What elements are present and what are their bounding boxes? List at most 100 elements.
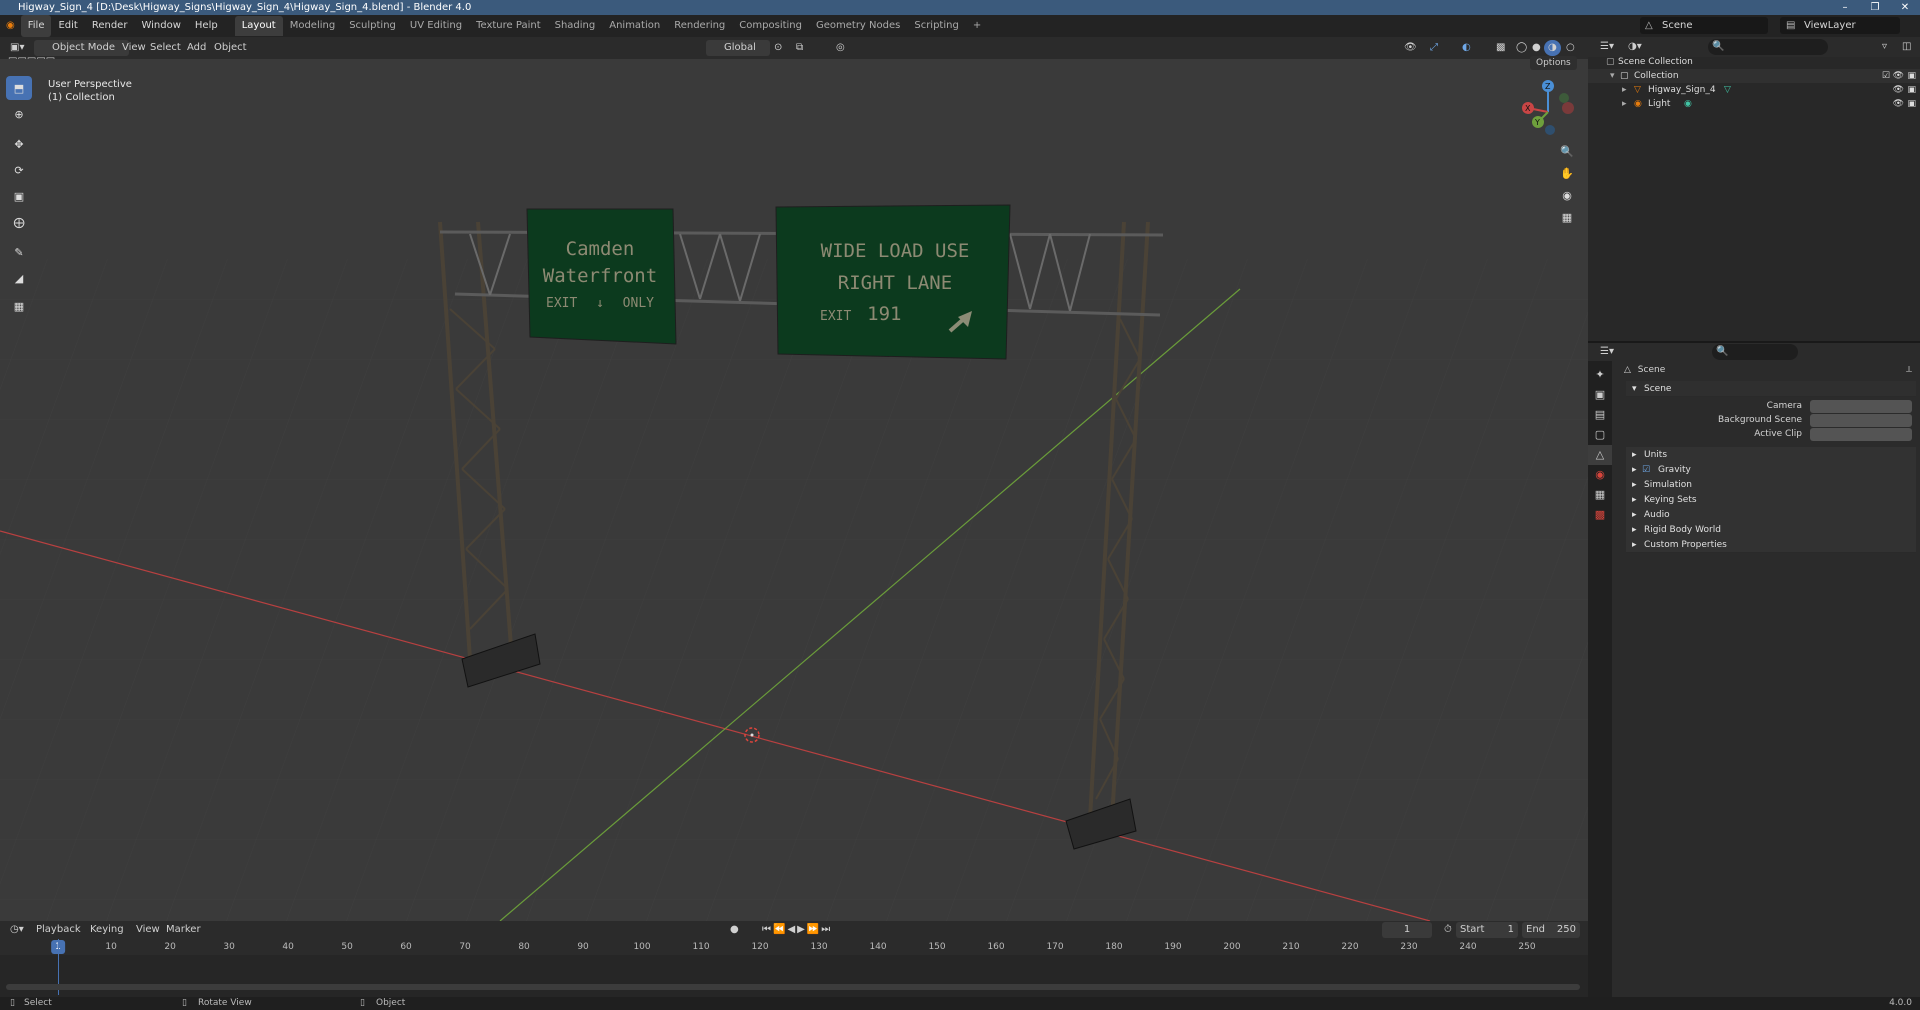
stopwatch-icon[interactable]: ⏱ [1440,922,1456,938]
playback-controls[interactable]: ⏮⏪◀▶⏩⏭ [758,922,836,938]
tab-scripting[interactable]: Scripting [907,16,965,36]
tab-sculpting[interactable]: Sculpting [342,16,403,36]
view-layer-tab-icon[interactable]: ▢ [1588,425,1612,445]
timeline-ruler[interactable]: 1102030405060708090100110120130140150160… [0,939,1588,955]
tab-geometry-nodes[interactable]: Geometry Nodes [809,16,907,36]
pin-icon[interactable]: ⟂ [1906,363,1912,377]
current-frame-field[interactable]: 1 [1382,922,1432,938]
gravity-checkbox[interactable]: ☑ [1642,462,1650,478]
panel-audio[interactable]: ▸ Audio [1626,507,1916,523]
menu-help[interactable]: Help [188,15,225,37]
start-frame-field[interactable]: Start 1 [1456,922,1518,938]
select-box-icon[interactable]: ⬒ [6,76,32,100]
tab-rendering[interactable]: Rendering [667,16,732,36]
menu-object[interactable]: Object [210,40,251,56]
panel-rigid-body-world[interactable]: ▸ Rigid Body World [1626,522,1916,538]
editor-type-icon[interactable]: ▣▾ [6,40,28,56]
camera-icon[interactable]: ▣ [1907,69,1916,83]
panel-keying-sets[interactable]: ▸ Keying Sets [1626,492,1916,508]
menu-select[interactable]: Select [146,40,185,56]
expand-arrow-icon[interactable]: ▾ [1610,69,1615,83]
expand-arrow-icon[interactable]: ▸ [1622,83,1627,97]
active-clip-field[interactable] [1810,428,1912,441]
blender-logo-icon[interactable]: ◉ [0,15,21,37]
orientation-selector[interactable]: Global [706,40,770,56]
menu-view[interactable]: View [118,40,150,56]
overlay-toggle-icon[interactable]: ◐ [1458,40,1475,56]
timeline-editor-type-icon[interactable]: ◷▾ [6,922,28,938]
scene-tab-icon[interactable]: △ [1588,445,1612,465]
outliner-object-sign[interactable]: ▸ ▽ Higway_Sign_4 ▽ 👁 ▣ [1588,83,1920,97]
menu-edit[interactable]: Edit [51,15,84,37]
menu-window[interactable]: Window [134,15,187,37]
new-collection-icon[interactable]: ◫ [1898,39,1915,55]
camera-field[interactable] [1810,400,1912,413]
menu-render[interactable]: Render [85,15,135,37]
camera-icon[interactable]: ▣ [1907,83,1916,97]
scene-selector[interactable]: △ Scene [1640,17,1768,34]
rendered-shading-icon[interactable]: ○ [1562,40,1579,56]
panel-simulation[interactable]: ▸ Simulation [1626,477,1916,493]
display-mode-icon[interactable]: ◑▾ [1624,39,1646,55]
camera-view-icon[interactable]: ◉ [1556,184,1578,206]
panel-units[interactable]: ▸ Units [1626,447,1916,463]
outliner-object-light[interactable]: ▸ ◉ Light ◉ 👁 ▣ [1588,97,1920,111]
xray-icon[interactable]: ▩ [1492,40,1509,56]
timeline-scrollbar[interactable] [6,984,1580,990]
tab-modeling[interactable]: Modeling [283,16,343,36]
tab-shading[interactable]: Shading [548,16,603,36]
gizmo-toggle-icon[interactable]: ⤢ [1426,40,1442,56]
restore-button[interactable]: ❐ [1860,0,1890,15]
3d-viewport[interactable]: Camden Waterfront EXIT ↓ ONLY WIDE LOAD … [0,59,1588,921]
zoom-icon[interactable]: 🔍 [1556,140,1578,162]
eye-icon[interactable]: 👁 [1893,69,1904,83]
world-tab-icon[interactable]: ◉ [1588,465,1612,485]
measure-icon[interactable]: ◢ [6,266,32,290]
tab-texture-paint[interactable]: Texture Paint [469,16,548,36]
view-layer-selector[interactable]: ▤ ViewLayer [1780,17,1900,34]
output-tab-icon[interactable]: ▤ [1588,405,1612,425]
checkbox-icon[interactable]: ☑ [1882,69,1890,83]
collection-tab-icon[interactable]: ▦ [1588,485,1612,505]
panel-custom-properties[interactable]: ▸ Custom Properties [1626,537,1916,553]
proportional-edit-icon[interactable]: ◎ [832,40,849,56]
annotate-icon[interactable]: ✎ [6,240,32,264]
options-button[interactable]: Options [1530,56,1577,70]
end-frame-field[interactable]: End 250 [1522,922,1580,938]
render-tab-icon[interactable]: ▣ [1588,385,1612,405]
material-shading-icon[interactable]: ◑ [1544,40,1561,56]
tab-layout[interactable]: Layout [234,16,283,36]
outliner-editor-type-icon[interactable]: ☰▾ [1596,39,1618,55]
visibility-icon[interactable]: 👁 [1400,40,1421,56]
menu-marker[interactable]: Marker [162,922,205,938]
mode-selector[interactable]: Object Mode [34,40,129,56]
tool-tab-icon[interactable]: ✦ [1588,365,1612,385]
outliner-search-input[interactable]: 🔍 [1708,39,1828,55]
eye-icon[interactable]: 👁 [1893,97,1904,111]
eye-icon[interactable]: 👁 [1893,83,1904,97]
pan-hand-icon[interactable]: ✋ [1556,162,1578,184]
background-scene-field[interactable] [1810,414,1912,427]
menu-file[interactable]: File [20,15,52,37]
navigation-gizmo[interactable]: Z X Y [1520,78,1580,138]
rotate-icon[interactable]: ⟳ [6,158,32,182]
tab-compositing[interactable]: Compositing [732,16,809,36]
tab-uv-editing[interactable]: UV Editing [403,16,469,36]
pivot-icon[interactable]: ⊙ [770,40,786,56]
outliner-collection[interactable]: ▾ ▢ Collection ☑ 👁 ▣ [1588,69,1920,83]
transform-icon[interactable]: ⨁ [6,210,32,234]
minimize-button[interactable]: – [1830,0,1860,15]
properties-editor-type-icon[interactable]: ☰▾ [1596,344,1618,360]
record-icon[interactable]: ● [726,922,743,938]
properties-search-input[interactable]: 🔍 [1712,344,1798,360]
camera-icon[interactable]: ▣ [1907,97,1916,111]
scale-icon[interactable]: ▣ [6,184,32,208]
outliner-scene-collection[interactable]: ▢ Scene Collection [1588,55,1920,69]
cursor-icon[interactable]: ⊕ [6,102,32,126]
menu-add[interactable]: Add [183,40,210,56]
snap-icon[interactable]: ⧉ [792,40,807,56]
expand-arrow-icon[interactable]: ▸ [1622,97,1627,111]
menu-playback[interactable]: Playback [32,922,85,938]
add-cube-icon[interactable]: ▦ [6,294,32,318]
scene-panel-header[interactable]: ▾ Scene [1626,381,1916,397]
